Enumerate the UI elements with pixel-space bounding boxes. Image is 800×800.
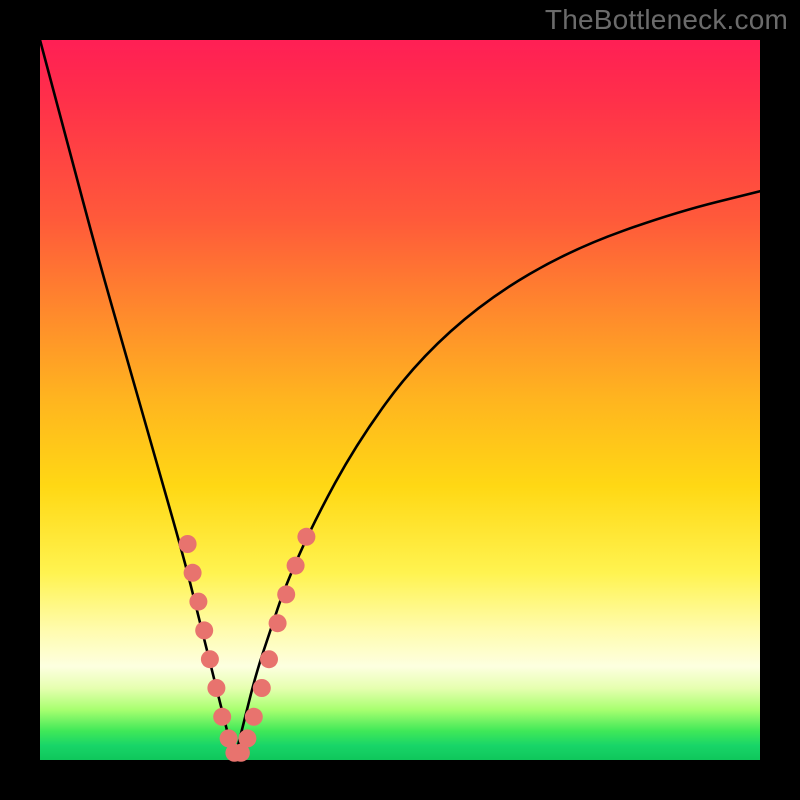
curve-marker (238, 729, 256, 747)
curve-marker (213, 708, 231, 726)
curve-marker (260, 650, 278, 668)
watermark-text: TheBottleneck.com (545, 4, 788, 36)
curve-marker (201, 650, 219, 668)
chart-frame: TheBottleneck.com (0, 0, 800, 800)
curve-marker (184, 564, 202, 582)
curve-marker (297, 528, 315, 546)
curve-marker (179, 535, 197, 553)
curve-marker (287, 557, 305, 575)
curve-marker (269, 614, 287, 632)
curve-marker (253, 679, 271, 697)
curve-marker (245, 708, 263, 726)
curve-marker (195, 621, 213, 639)
curve-markers (179, 528, 316, 762)
curve-svg (40, 40, 760, 760)
plot-area (40, 40, 760, 760)
curve-marker (207, 679, 225, 697)
curve-marker (189, 593, 207, 611)
curve-marker (277, 585, 295, 603)
bottleneck-curve (40, 40, 760, 753)
